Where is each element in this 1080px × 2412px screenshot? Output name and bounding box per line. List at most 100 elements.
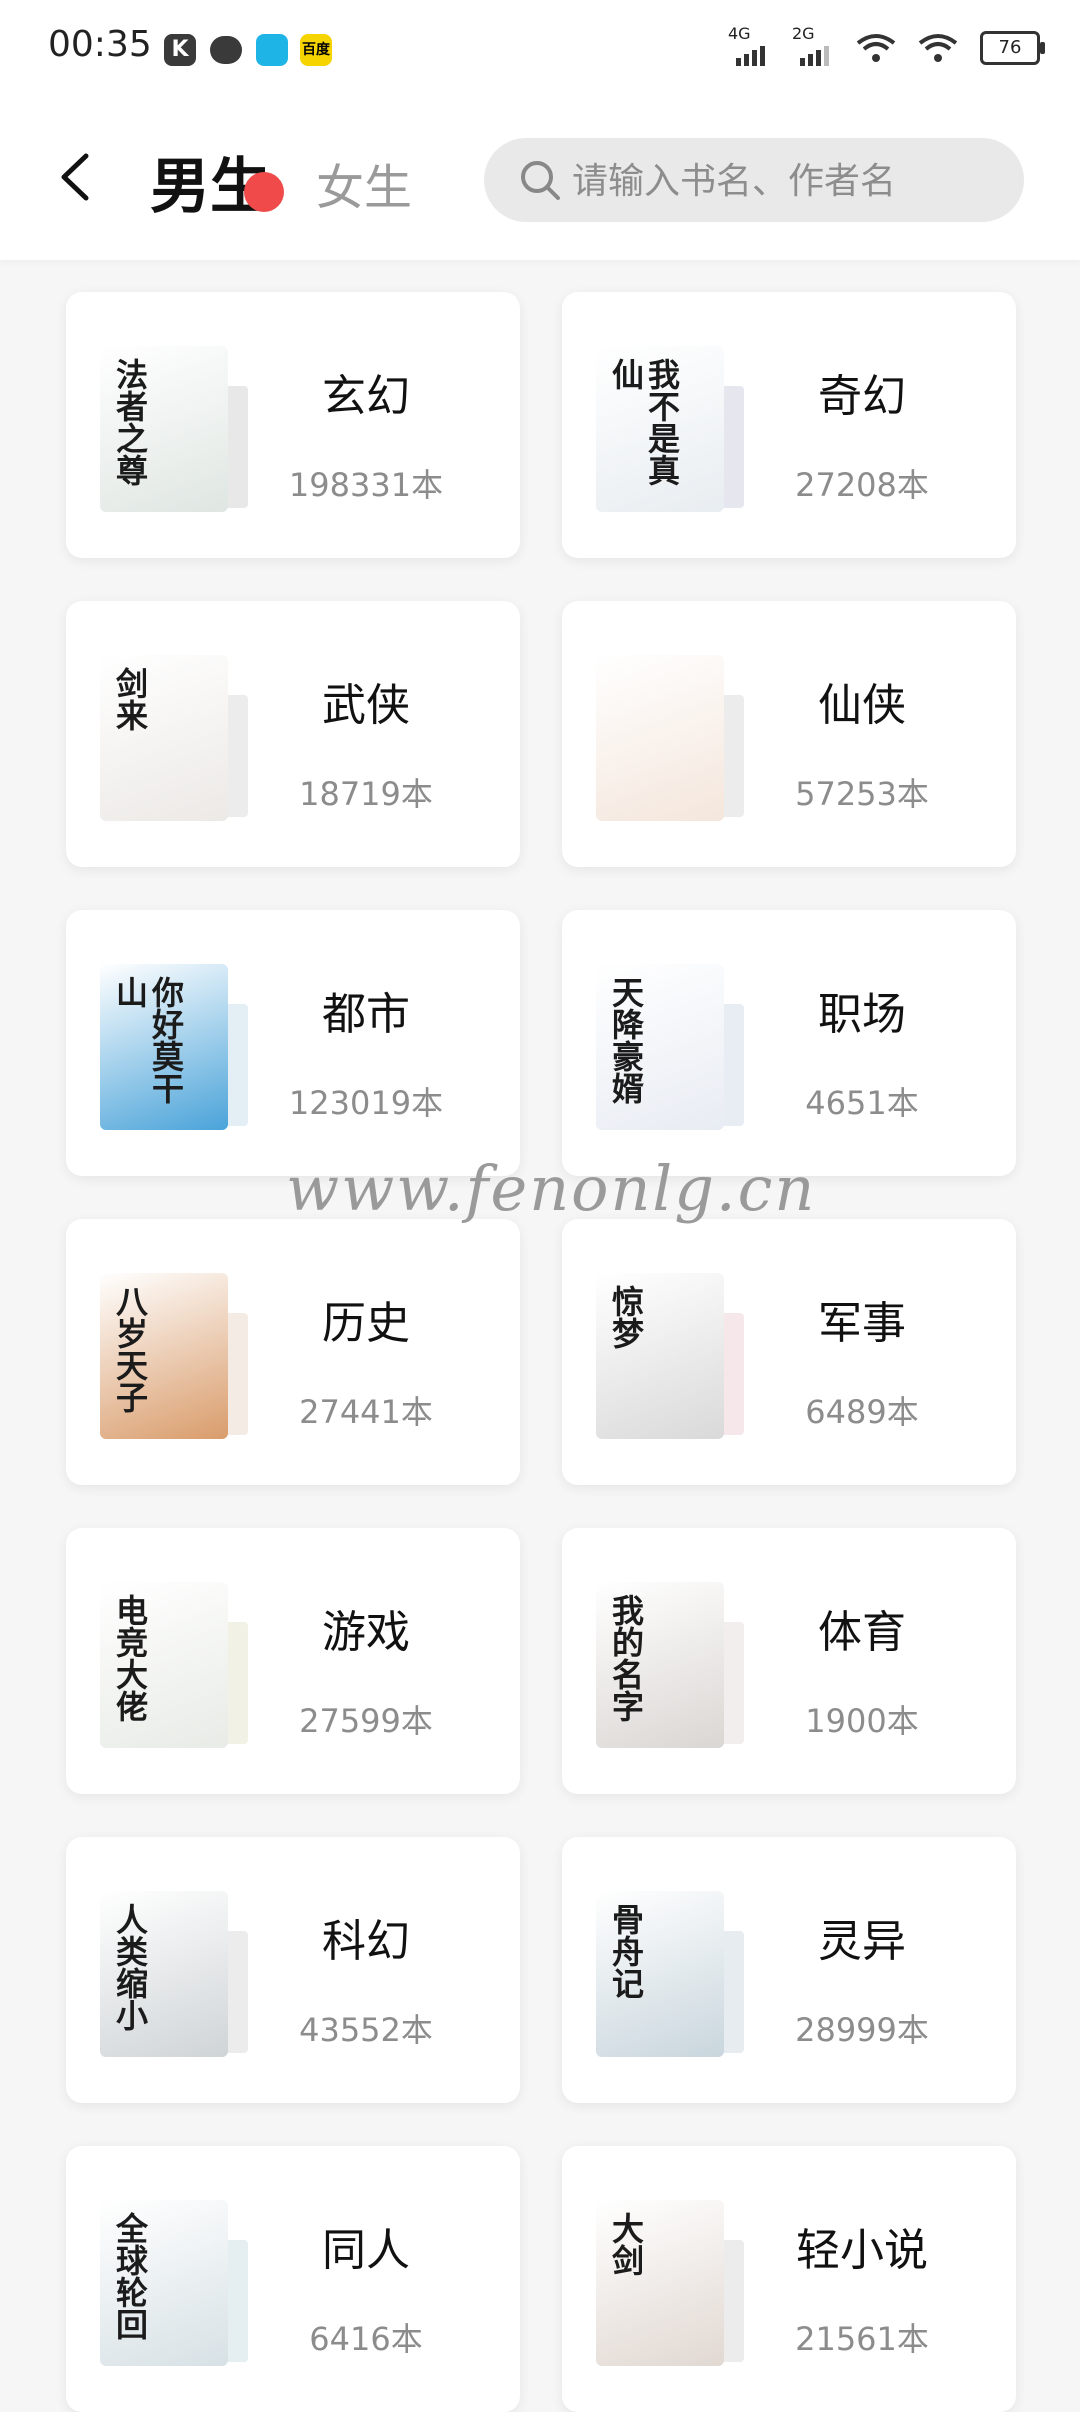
status-bar: 00:35 K 百度 4G 2G 76 [0,0,1080,100]
search-bar[interactable] [484,138,1024,224]
category-count: 43552本 [299,2011,433,2049]
cover-title: 惊梦 [607,1285,645,1349]
book-cover: 我的名字 [596,1582,724,1748]
book-cover-wrap: 电竞大佬 [100,1582,260,1748]
app-yellow-icon: 百度 [300,34,332,66]
cover-title: 你好莫干山 [111,976,185,1104]
category-name: 职场 [818,989,906,1040]
category-card[interactable]: 天降豪婿 职场 4651本 [562,910,1016,1176]
app-blue-icon [256,34,288,66]
signal-4g-icon: 4G [728,24,770,66]
cover-title: 全球轮回 [111,2212,149,2340]
cover-title: 我不是真仙 [607,358,681,486]
category-grid: 法者之尊 玄幻 198331本 我不是真仙 奇幻 27208本 剑来 武侠 18… [0,260,1080,2412]
cover-title: 法者之尊 [111,358,149,486]
category-name: 奇幻 [818,371,906,422]
category-card[interactable]: 全球轮回 同人 6416本 [66,2146,520,2412]
cover-title: 八岁天子 [111,1285,149,1413]
category-name: 军事 [818,1298,906,1349]
book-cover-wrap: 我的名字 [596,1582,756,1748]
status-time: 00:35 [48,24,152,65]
search-icon [521,161,560,200]
category-count: 27208本 [795,466,929,504]
cover-title: 电竞大佬 [111,1594,149,1722]
book-cover-wrap: 骨舟记 [596,1891,756,2057]
watermark-text: www.fenonlg.cn [286,1152,817,1225]
category-count: 28999本 [795,2011,929,2049]
category-count: 198331本 [288,466,444,504]
book-cover: 我不是真仙 [596,346,724,512]
message-icon [210,36,242,64]
category-card[interactable]: 电竞大佬 游戏 27599本 [66,1528,520,1794]
book-cover: 你好莫干山 [100,964,228,1130]
status-right: 4G 2G 76 [728,24,1045,66]
category-count: 6416本 [309,2320,423,2358]
category-card[interactable]: 你好莫干山 都市 123019本 [66,910,520,1176]
book-cover-wrap: 天降豪婿 [596,964,756,1130]
book-cover-wrap: 你好莫干山 [100,964,260,1130]
category-count: 57253本 [795,775,929,813]
app-k-icon: K [164,34,196,66]
search-input[interactable] [570,138,994,224]
book-cover: 惊梦 [596,1273,724,1439]
book-cover: 八岁天子 [100,1273,228,1439]
category-card[interactable]: 法者之尊 玄幻 198331本 [66,292,520,558]
cover-title: 天降豪婿 [607,976,645,1104]
category-name: 灵异 [818,1916,906,1967]
category-count: 18719本 [299,775,433,813]
cover-title: 剑来 [111,667,149,731]
category-name: 体育 [818,1607,906,1658]
book-cover-wrap: 法者之尊 [100,346,260,512]
book-cover-wrap: 我不是真仙 [596,346,756,512]
book-cover: 天降豪婿 [596,964,724,1130]
book-cover: 人类缩小 [100,1891,228,2057]
book-cover [596,655,724,821]
category-name: 都市 [322,989,410,1040]
category-card[interactable]: 人类缩小 科幻 43552本 [66,1837,520,2103]
category-name: 科幻 [322,1916,410,1967]
category-count: 6489本 [805,1393,919,1431]
book-cover: 大剑 [596,2200,724,2366]
category-name: 历史 [322,1298,410,1349]
cover-title: 大剑 [607,2212,645,2276]
category-name: 同人 [322,2225,410,2276]
category-card[interactable]: 剑来 武侠 18719本 [66,601,520,867]
wifi-icon [918,34,958,62]
active-tab-indicator [244,172,284,212]
book-cover-wrap [596,655,756,821]
category-card[interactable]: 大剑 轻小说 21561本 [562,2146,1016,2412]
back-arrow-icon[interactable] [56,152,96,202]
network-4g-label: 4G [728,24,751,43]
category-card[interactable]: 我不是真仙 奇幻 27208本 [562,292,1016,558]
book-cover-wrap: 人类缩小 [100,1891,260,2057]
tab-female[interactable]: 女生 [316,148,412,218]
cover-title: 骨舟记 [607,1903,645,1999]
category-name: 玄幻 [322,371,410,422]
category-count: 27599本 [299,1702,433,1740]
category-card[interactable]: 我的名字 体育 1900本 [562,1528,1016,1794]
category-count: 123019本 [288,1084,444,1122]
cover-title: 人类缩小 [111,1903,149,2031]
category-name: 游戏 [322,1607,410,1658]
top-header: 男生 女生 [0,100,1080,260]
category-count: 27441本 [299,1393,433,1431]
book-cover-wrap: 全球轮回 [100,2200,260,2366]
wifi-plus-icon [856,34,896,62]
category-name: 武侠 [322,680,410,731]
book-cover-wrap: 大剑 [596,2200,756,2366]
signal-2g-icon: 2G [792,24,834,66]
book-cover-wrap: 八岁天子 [100,1273,260,1439]
book-cover: 剑来 [100,655,228,821]
book-cover-wrap: 剑来 [100,655,260,821]
network-2g-label: 2G [792,24,815,43]
book-cover-wrap: 惊梦 [596,1273,756,1439]
book-cover: 电竞大佬 [100,1582,228,1748]
category-card[interactable]: 八岁天子 历史 27441本 [66,1219,520,1485]
battery-icon: 76 [980,31,1045,65]
category-card[interactable]: 骨舟记 灵异 28999本 [562,1837,1016,2103]
category-card[interactable]: 惊梦 军事 6489本 [562,1219,1016,1485]
category-card[interactable]: 仙侠 57253本 [562,601,1016,867]
category-count: 21561本 [795,2320,929,2358]
category-count: 1900本 [805,1702,919,1740]
book-cover: 骨舟记 [596,1891,724,2057]
